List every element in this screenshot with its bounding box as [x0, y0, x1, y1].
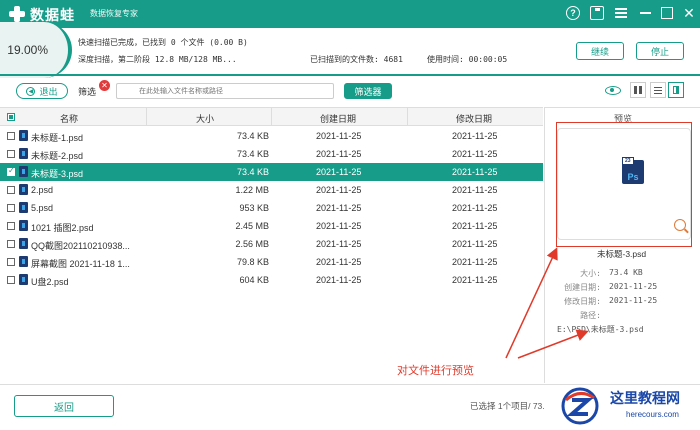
- watermark-logo-icon: [561, 387, 599, 425]
- annotation-text: 对文件进行预览: [397, 365, 474, 377]
- selection-status: 已选择 1个项目/ 73.: [470, 401, 545, 411]
- return-button[interactable]: 返回: [14, 395, 114, 417]
- annotation-arrows: [505, 247, 589, 359]
- watermark-title: 这里教程网: [610, 390, 680, 406]
- arrow-to-path: [517, 329, 589, 359]
- watermark-url: herecours.com: [626, 410, 679, 419]
- bottom-divider: [0, 384, 700, 385]
- arrow-to-thumbnail: [505, 247, 558, 359]
